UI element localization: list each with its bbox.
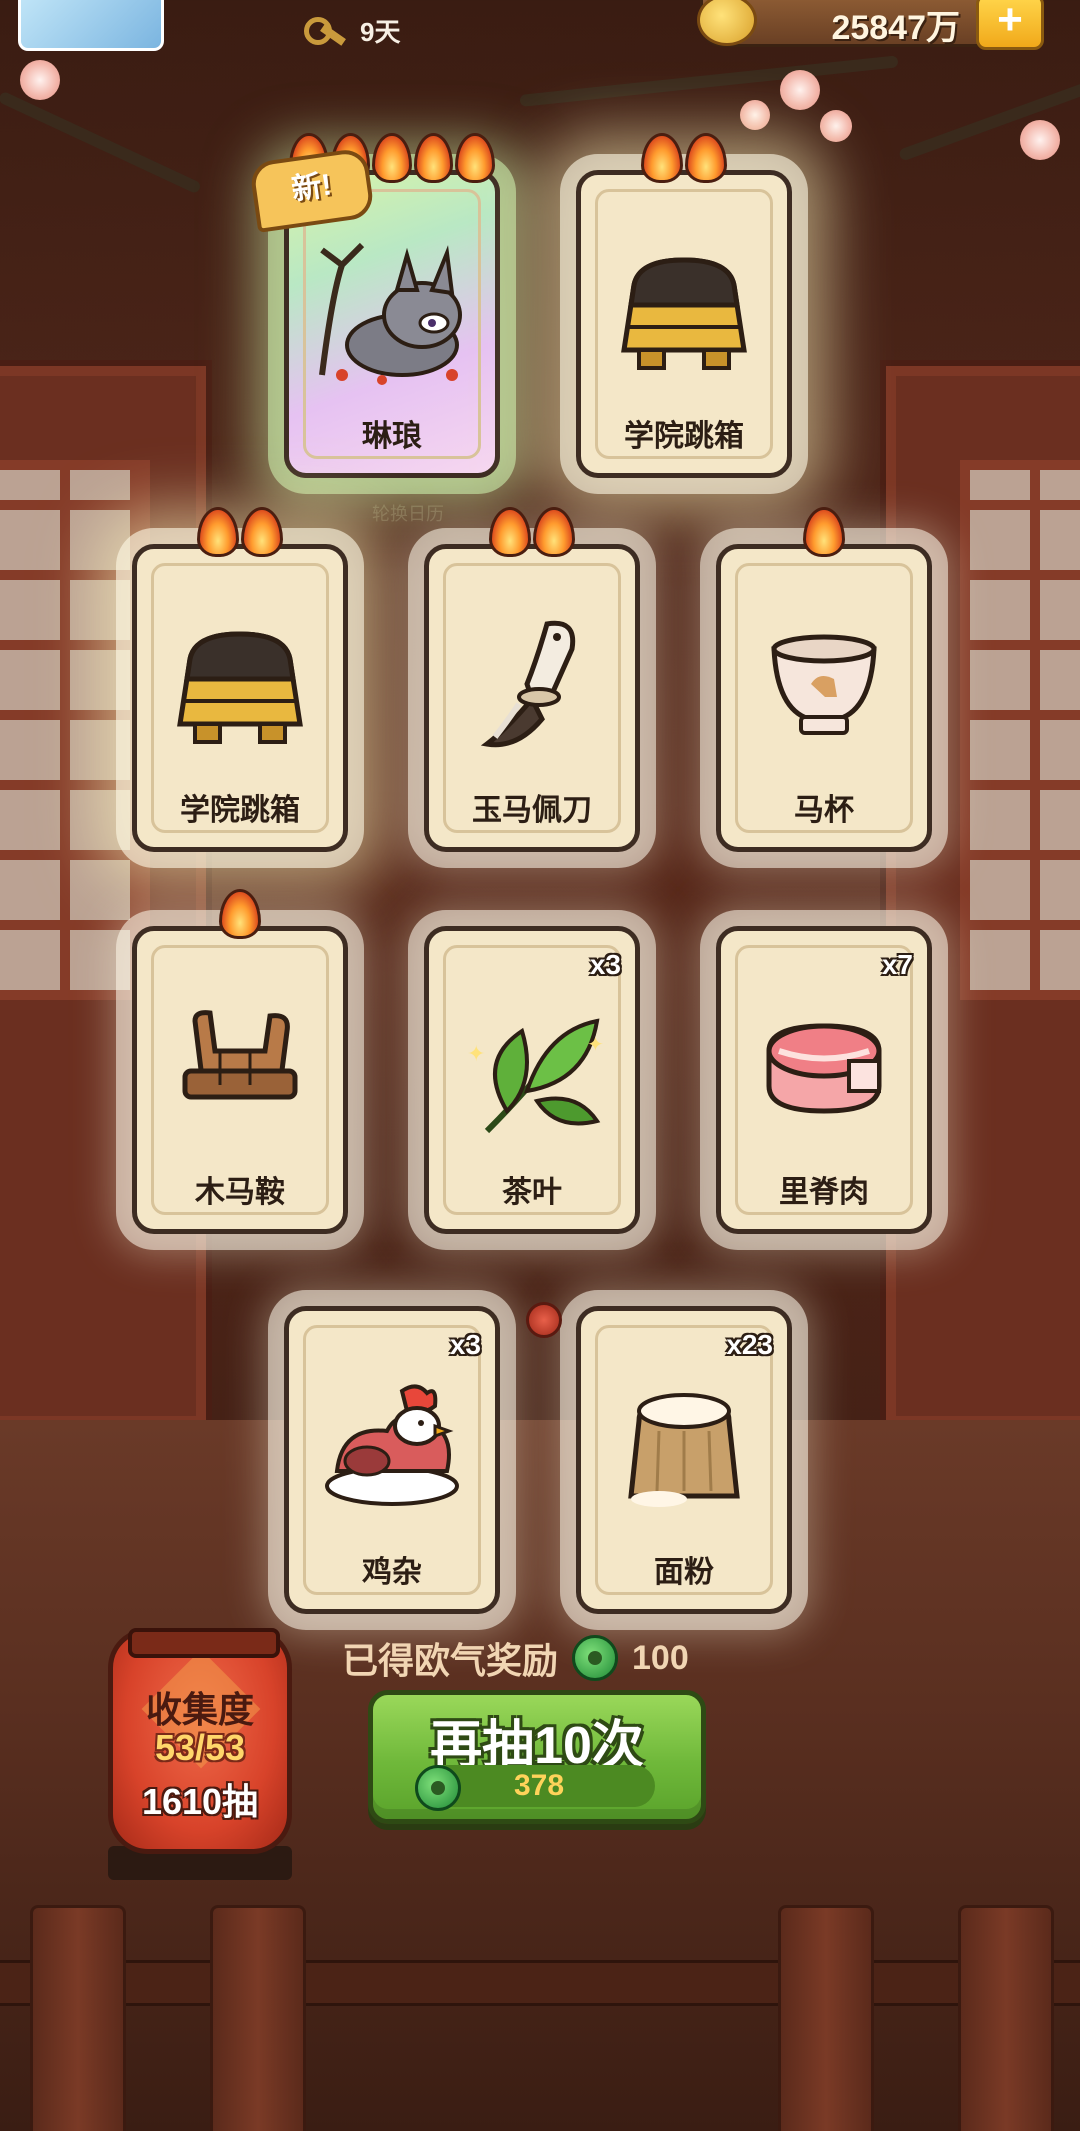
flame-icon [197,507,239,557]
draw-cost: 378 [415,1765,655,1811]
reward-label: 已得欧气奖励 [342,1640,559,1681]
reward-line: 已得欧气奖励 100 [342,1632,689,1684]
collection-lantern[interactable]: 收集度 53/53 1610抽 [108,1628,292,1854]
flame-icon [685,133,727,183]
rarity-flames [137,507,343,557]
coin-balance-bar: 25847万 + [697,0,1044,50]
flame-icon [413,133,454,183]
blossom [820,110,852,142]
reward-value: 100 [632,1638,689,1677]
svg-text:✦: ✦ [587,1034,604,1056]
coin-value: 25847万 [831,9,960,47]
flame-icon [489,507,531,557]
item-count: x3 [449,1329,481,1360]
vaulting-box-icon [581,235,787,395]
horse-cup-icon [721,609,927,769]
collection-progress: 53/53 [154,1727,246,1768]
total-draws: 1610抽 [141,1781,259,1822]
jade-horse-knife-icon [429,609,635,769]
card-name: 学院跳箱 [180,794,300,827]
card-item[interactable]: x3 鸡杂 [284,1306,500,1614]
left-lattice-window [0,460,150,1000]
blossom [1020,120,1060,160]
card-item[interactable]: 玉马佩刀 [424,507,640,852]
card-item[interactable]: 新! 琳琅 [248,133,500,478]
add-coins-button[interactable]: + [976,0,1044,50]
tenderloin-meat-icon [721,991,927,1151]
vaulting-box-icon [137,609,343,769]
blossom-branch [897,81,1080,162]
flame-icon [372,133,412,183]
collection-title: 收集度 [145,1689,254,1730]
flame-icon [533,507,575,557]
rarity-flames [429,507,635,557]
card-item[interactable]: x7 里脊肉 [716,926,932,1234]
flame-icon [241,507,283,557]
wolf-character-icon [289,235,495,395]
blossom [780,70,820,110]
fence-post [778,1905,874,2131]
flour-sack-icon [581,1371,787,1531]
card-name: 里脊肉 [779,1176,869,1209]
card-name: 茶叶 [502,1176,562,1209]
jade-coin-icon [415,1765,461,1811]
compass-pin-icon [526,1302,562,1338]
card-item[interactable]: 学院跳箱 [576,133,792,478]
card-item[interactable]: x23 面粉 [576,1306,792,1614]
key-icon [300,13,350,49]
flame-icon [455,133,495,183]
blossom-branch [519,55,899,107]
player-avatar[interactable] [18,0,164,51]
chicken-giblets-icon [289,1371,495,1531]
wooden-saddle-icon [137,991,343,1151]
blossom [740,100,770,130]
card-item[interactable]: 学院跳箱 [132,507,348,852]
blossom-branch [0,90,202,195]
day-counter: 9天 [300,12,400,49]
card-name: 面粉 [654,1556,714,1589]
item-count: x7 [881,949,913,980]
day-text: 9天 [360,17,401,47]
flame-icon [641,133,683,183]
draw-cost-value: 378 [513,1769,565,1802]
fence-post [958,1905,1054,2131]
card-name: 学院跳箱 [624,420,744,453]
lantern-cap [128,1628,280,1658]
jade-coin-icon [572,1635,619,1681]
item-count: x3 [589,949,621,980]
card-name: 马杯 [794,794,854,827]
card-item[interactable]: 马杯 [716,507,932,852]
card-name: 琳琅 [362,420,422,453]
draw-again-button[interactable]: 再抽10次 378 [368,1690,706,1824]
fence-rail [0,1960,1080,2006]
card-item[interactable]: 木马鞍 [132,889,348,1234]
card-name: 鸡杂 [362,1556,422,1589]
right-lattice-window [960,460,1080,1000]
card-item[interactable]: x3 ✦ ✦ 茶叶 [424,926,640,1234]
coin-icon [697,0,757,46]
flame-icon [219,889,261,939]
rarity-flames [137,889,343,939]
new-badge: 新! [248,147,376,233]
fence-post [30,1905,126,2131]
blossom [20,60,60,100]
svg-text:✦: ✦ [467,1041,485,1066]
card-name: 木马鞍 [195,1176,285,1209]
item-count: x23 [726,1329,773,1360]
rarity-flames [581,133,787,183]
flame-icon [803,507,845,557]
fence-post [210,1905,306,2131]
tea-leaf-icon: ✦ ✦ [429,991,635,1151]
rarity-flames [721,507,927,557]
card-name: 玉马佩刀 [472,794,592,827]
